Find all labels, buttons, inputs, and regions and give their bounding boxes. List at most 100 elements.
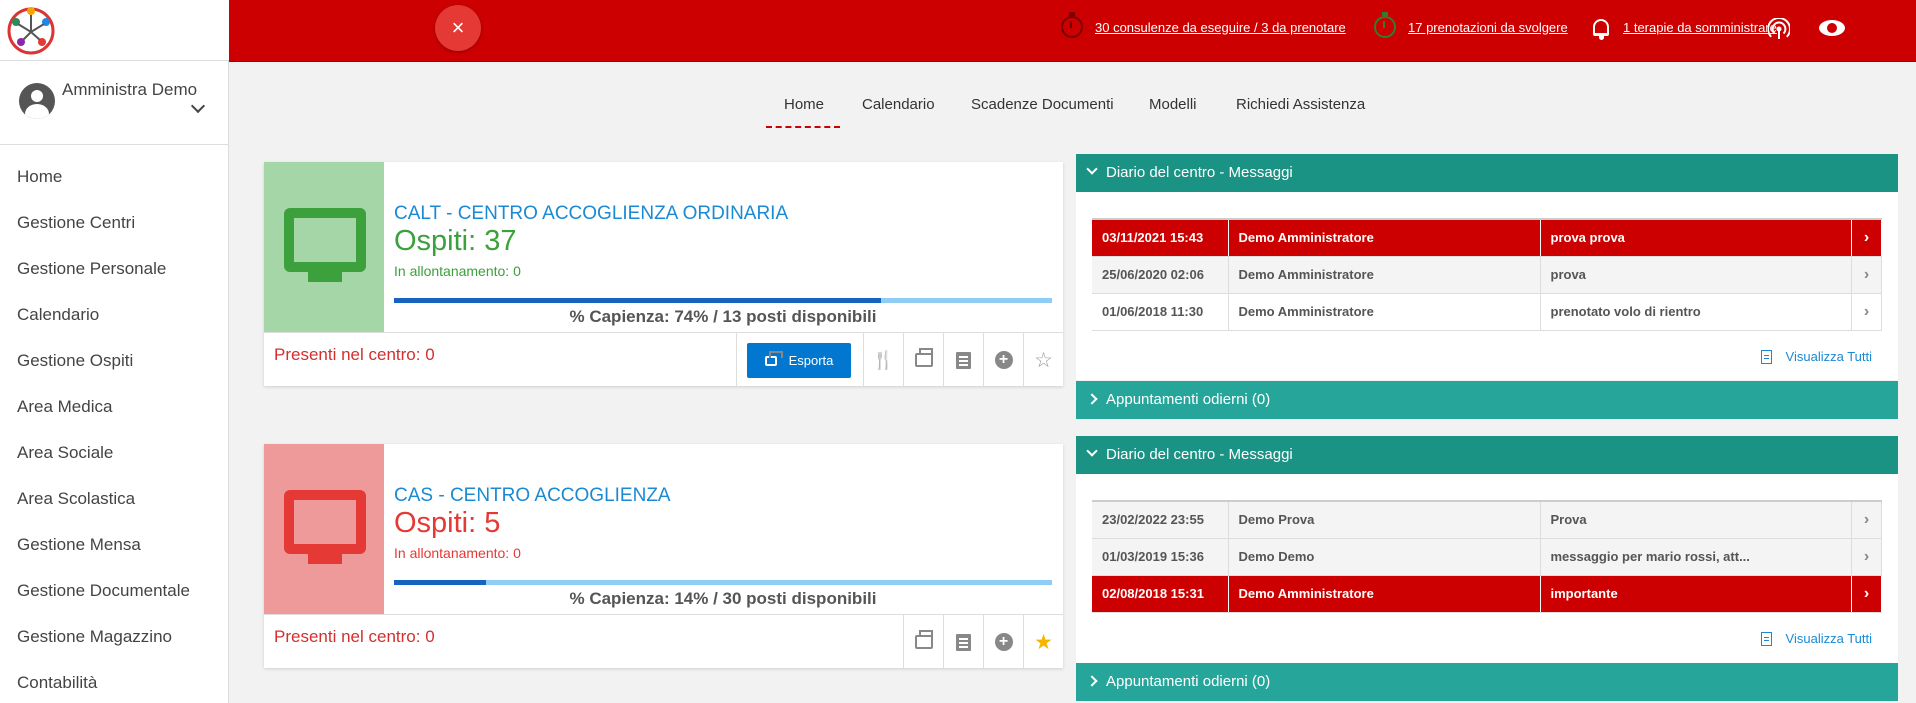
tab-home[interactable]: Home [784,96,824,113]
active-tab-indicator [766,126,840,128]
close-sidebar-button[interactable]: × [435,5,481,51]
printer-icon [914,630,933,649]
eye-icon[interactable] [1819,20,1845,36]
chevron-right-icon[interactable]: › [1851,219,1882,257]
user-avatar-icon [19,83,55,119]
capacity-bar [394,298,1052,303]
sidebar-item-gestione-ospiti[interactable]: Gestione Ospiti [0,338,229,384]
prenotazioni-notice: 17 prenotazioni da svolgere [1374,0,1568,54]
capacity-text: % Capienza: 14% / 30 posti disponibili [569,589,877,608]
chevron-down-icon [1086,445,1098,457]
user-menu[interactable]: Amministra Demo [0,61,229,145]
document-icon [1760,631,1772,646]
diario-panel-header[interactable]: Diario del centro - Messaggi [1076,154,1898,192]
printer-icon [914,348,933,367]
sidebar-item-home[interactable]: Home [0,154,229,200]
sidebar-item-gestione-mensa[interactable]: Gestione Mensa [0,522,229,568]
message-text: prova prova [1540,219,1852,257]
message-date: 25/06/2020 02:06 [1092,256,1229,294]
chevron-right-icon[interactable]: › [1851,538,1882,576]
chevron-down-icon[interactable] [190,98,206,114]
appointments-title: Appuntamenti odierni (0) [1106,673,1271,690]
view-all-link[interactable]: Visualizza Tutti [1760,349,1872,364]
message-author: Demo Amministratore [1228,293,1541,331]
center-title[interactable]: CALT - CENTRO ACCOGLIENZA ORDINARIA [394,203,788,225]
terapie-link[interactable]: 1 terapie da somministrare [1623,20,1777,35]
message-author: Demo Amministratore [1228,256,1541,294]
fork-knife-icon: 🍴 [872,349,895,370]
add-button[interactable]: + [983,333,1023,387]
print-button[interactable] [903,333,943,387]
message-text: importante [1540,575,1852,613]
favorite-button[interactable]: ★ [1023,615,1063,669]
center-allontanamento: In allontanamento: 0 [394,545,521,561]
message-author: Demo Amministratore [1228,219,1541,257]
sidebar-item-gestione-magazzino[interactable]: Gestione Magazzino [0,614,229,660]
table-row[interactable]: 02/08/2018 15:31 Demo Amministratore imp… [1092,575,1882,613]
sidebar-item-area-scolastica[interactable]: Area Scolastica [0,476,229,522]
message-text: Prova [1540,501,1852,539]
sidebar-item-gestione-centri[interactable]: Gestione Centri [0,200,229,246]
tab-scadenze-documenti[interactable]: Scadenze Documenti [971,96,1114,113]
chevron-right-icon[interactable]: › [1851,501,1882,539]
table-row[interactable]: 23/02/2022 23:55 Demo Prova Prova › [1092,501,1882,539]
app-logo[interactable] [4,2,58,56]
capacity-bar [394,580,1052,585]
presenti-count: Presenti nel centro: 0 [274,627,435,646]
terapie-notice: 1 terapie da somministrare [1593,0,1777,54]
sidebar-item-contabilita[interactable]: Contabilità [0,660,229,703]
chevron-down-icon [1086,163,1098,175]
bell-icon [1593,18,1609,40]
print-button[interactable] [903,615,943,669]
list-button[interactable] [943,615,983,669]
appointments-panel-header[interactable]: Appuntamenti odierni (0) [1076,663,1898,701]
chevron-right-icon[interactable]: › [1851,256,1882,294]
diario-panel-body: 03/11/2021 15:43 Demo Amministratore pro… [1076,192,1898,380]
broadcast-icon[interactable] [1768,18,1790,40]
center-footer: Presenti nel centro: 0 + ★ [264,614,1063,669]
table-row[interactable]: 01/06/2018 11:30 Demo Amministratore pre… [1092,293,1882,331]
table-row[interactable]: 01/03/2019 15:36 Demo Demo messaggio per… [1092,538,1882,576]
center-title[interactable]: CAS - CENTRO ACCOGLIENZA [394,485,671,507]
message-author: Demo Demo [1228,538,1541,576]
message-date: 01/06/2018 11:30 [1092,293,1229,331]
sidebar: Amministra Demo Home Gestione Centri Ges… [0,0,229,703]
sidebar-nav: Home Gestione Centri Gestione Personale … [0,154,229,703]
view-all-link[interactable]: Visualizza Tutti [1760,631,1872,646]
sidebar-item-gestione-documentale[interactable]: Gestione Documentale [0,568,229,614]
sidebar-item-area-sociale[interactable]: Area Sociale [0,430,229,476]
add-button[interactable]: + [983,615,1023,669]
message-text: prova [1540,256,1852,294]
appointments-panel-header[interactable]: Appuntamenti odierni (0) [1076,381,1898,419]
monitor-icon [284,490,366,554]
main-tabs: Home Calendario Scadenze Documenti Model… [229,62,1916,142]
stopwatch-icon [1374,12,1396,38]
mensa-button[interactable]: 🍴 [863,333,903,387]
consulenze-link[interactable]: 30 consulenze da eseguire / 3 da prenota… [1095,20,1346,35]
chevron-right-icon[interactable]: › [1851,575,1882,613]
table-row[interactable]: 03/11/2021 15:43 Demo Amministratore pro… [1092,219,1882,257]
printer-icon [764,350,783,366]
tab-calendario[interactable]: Calendario [862,96,935,113]
star-outline-icon: ☆ [1034,348,1053,372]
sidebar-item-calendario[interactable]: Calendario [0,292,229,338]
chevron-right-icon[interactable]: › [1851,293,1882,331]
message-date: 02/08/2018 15:31 [1092,575,1229,613]
list-icon [956,351,971,369]
export-button[interactable]: Esporta [747,343,851,378]
star-filled-icon: ★ [1034,630,1053,654]
consulenze-notice: 30 consulenze da eseguire / 3 da prenota… [1061,0,1346,54]
table-row[interactable]: 25/06/2020 02:06 Demo Amministratore pro… [1092,256,1882,294]
document-icon [1760,349,1772,364]
favorite-button[interactable]: ☆ [1023,333,1063,387]
tab-modelli[interactable]: Modelli [1149,96,1197,113]
prenotazioni-link[interactable]: 17 prenotazioni da svolgere [1408,20,1568,35]
sidebar-item-gestione-personale[interactable]: Gestione Personale [0,246,229,292]
center-ospiti: Ospiti: 5 [394,507,501,539]
sidebar-item-area-medica[interactable]: Area Medica [0,384,229,430]
stopwatch-icon [1061,12,1083,38]
diario-panel-header[interactable]: Diario del centro - Messaggi [1076,436,1898,474]
plus-circle-icon: + [994,351,1013,369]
list-button[interactable] [943,333,983,387]
tab-richiedi-assistenza[interactable]: Richiedi Assistenza [1236,96,1365,113]
